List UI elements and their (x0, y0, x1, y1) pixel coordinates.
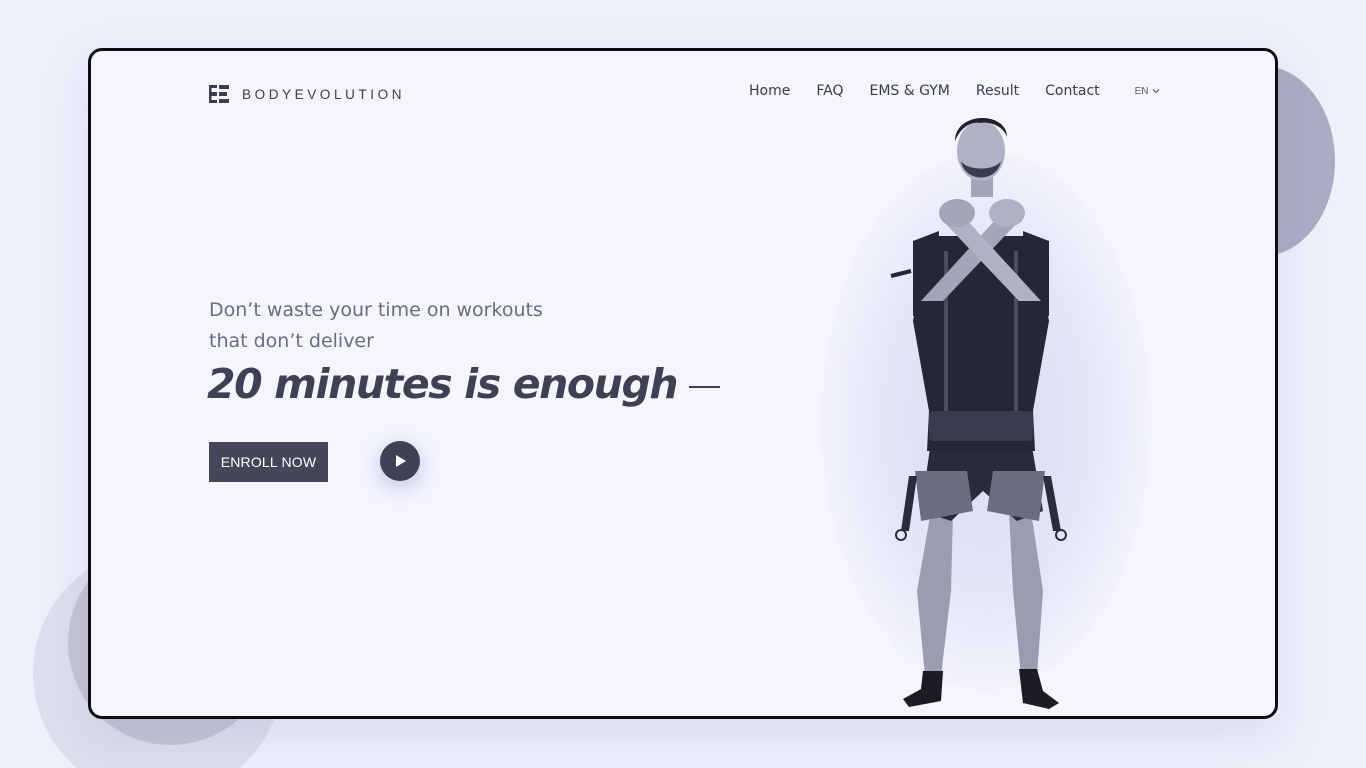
nav-item-contact[interactable]: Contact (1045, 83, 1099, 99)
hero-title-dash (689, 386, 721, 388)
nav-item-faq[interactable]: FAQ (816, 83, 843, 99)
brand-logo[interactable]: BODYEVOLUTION (209, 85, 405, 103)
hero-image (781, 111, 1181, 711)
hero-subtitle: Don’t waste your time on workouts that d… (209, 295, 629, 357)
play-icon (396, 455, 406, 467)
browser-frame: BODYEVOLUTION Home FAQ EMS & GYM Result … (88, 48, 1278, 719)
play-video-button[interactable] (380, 441, 420, 481)
language-label: EN (1134, 85, 1149, 97)
language-selector[interactable]: EN (1135, 86, 1160, 97)
enroll-now-button[interactable]: ENROLL NOW (209, 442, 328, 482)
hero-subtitle-line-1: Don’t waste your time on workouts (209, 299, 543, 321)
nav-item-home[interactable]: Home (749, 83, 790, 99)
brand-name: BODYEVOLUTION (242, 86, 406, 102)
hero-title: 20 minutes is enough (207, 360, 721, 408)
chevron-down-icon (1152, 89, 1159, 94)
nav-item-ems-gym[interactable]: EMS & GYM (869, 83, 949, 99)
hero-subtitle-line-2: that don’t deliver (209, 330, 374, 352)
nav-item-result[interactable]: Result (976, 83, 1019, 99)
athlete-ems-suit-illustration (890, 117, 1067, 709)
be-monogram-icon (209, 85, 229, 103)
page: BODYEVOLUTION Home FAQ EMS & GYM Result … (0, 0, 1366, 768)
main-nav: Home FAQ EMS & GYM Result Contact EN (749, 83, 1160, 99)
hero-title-text: 20 minutes is enough (207, 360, 679, 408)
